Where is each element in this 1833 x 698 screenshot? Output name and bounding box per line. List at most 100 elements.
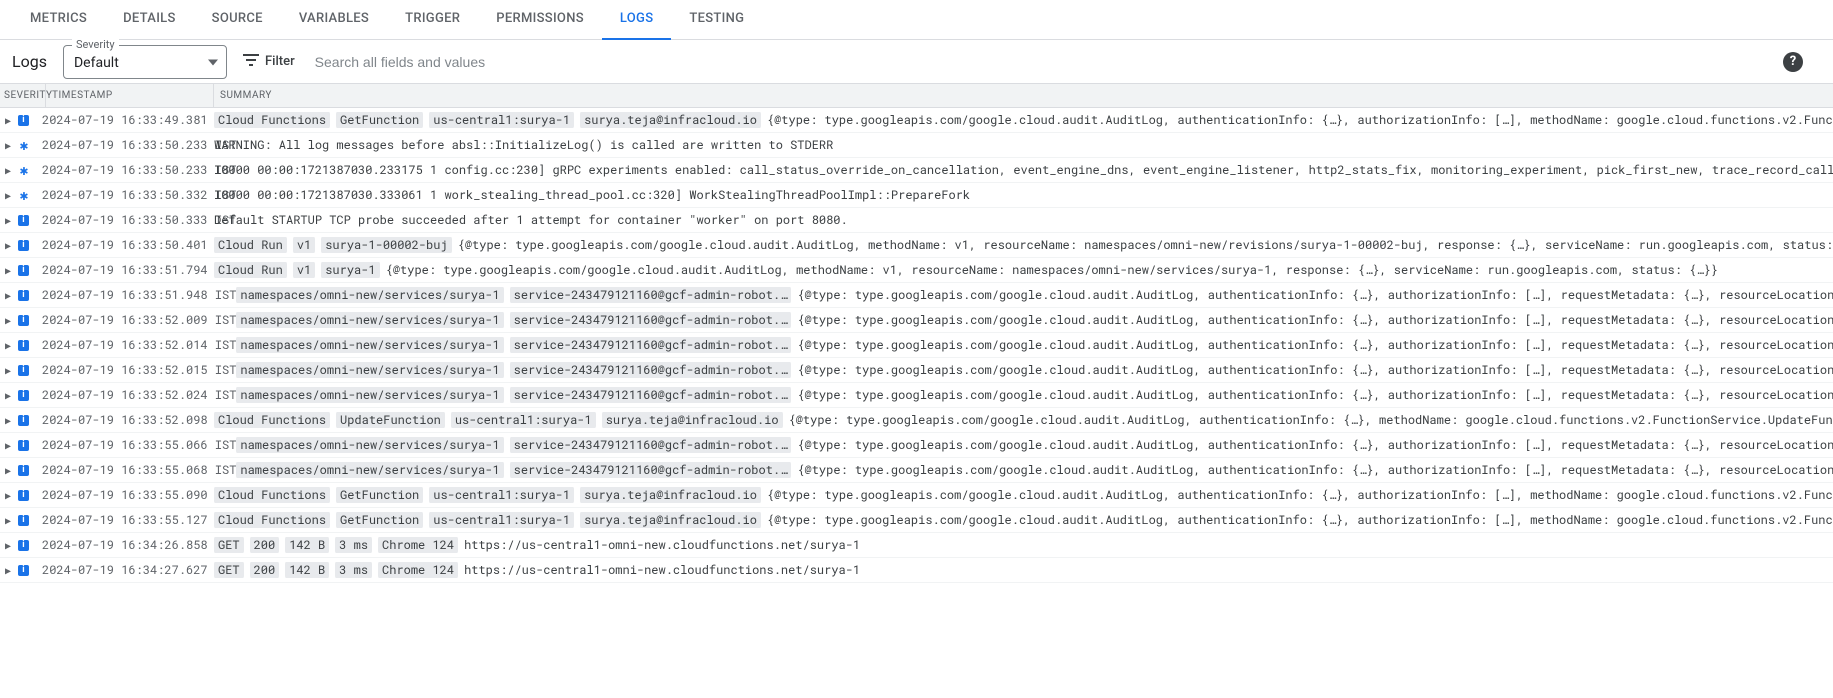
summary: Cloud FunctionsGetFunctionus-central1:su… (214, 512, 1833, 528)
expand-icon[interactable]: ▶ (0, 264, 16, 277)
summary-chip: service-243479121160@gcf-admin-robot.… (510, 362, 792, 378)
expand-icon[interactable]: ▶ (0, 214, 16, 227)
summary-chip: v1 (293, 262, 315, 278)
tab-details[interactable]: DETAILS (105, 0, 194, 40)
summary-text: {@type: type.googleapis.com/google.cloud… (767, 512, 1833, 528)
summary-chip: surya-1-00002-buj (321, 237, 451, 253)
tab-variables[interactable]: VARIABLES (281, 0, 387, 40)
summary-text: {@type: type.googleapis.com/google.cloud… (458, 237, 1833, 253)
severity-icon: i (16, 515, 42, 526)
log-header-row: SEVERITY TIMESTAMP SUMMARY (0, 84, 1833, 108)
summary-text: {@type: type.googleapis.com/google.cloud… (797, 337, 1833, 353)
timestamp: 2024-07-19 16:33:50.401 IST (42, 237, 214, 253)
expand-icon[interactable]: ▶ (0, 164, 16, 177)
search-input[interactable] (311, 50, 1773, 74)
summary-chip (214, 437, 228, 453)
summary: namespaces/omni-new/services/surya-1serv… (214, 337, 1833, 353)
summary: namespaces/omni-new/services/surya-1serv… (214, 362, 1833, 378)
timestamp: 2024-07-19 16:33:50.233 IST (42, 162, 214, 178)
timestamp: 2024-07-19 16:33:50.332 IST (42, 187, 214, 203)
log-row[interactable]: ▶i2024-07-19 16:33:52.098 ISTCloud Funct… (0, 408, 1833, 433)
expand-icon[interactable]: ▶ (0, 539, 16, 552)
summary: namespaces/omni-new/services/surya-1serv… (214, 312, 1833, 328)
summary-chip: namespaces/omni-new/services/surya-1 (236, 337, 503, 353)
log-body: ▶i2024-07-19 16:33:49.381 ISTCloud Funct… (0, 108, 1833, 583)
timestamp: 2024-07-19 16:33:50.233 IST (42, 137, 214, 153)
timestamp: 2024-07-19 16:33:51.794 IST (42, 262, 214, 278)
summary: GET200142 B3 msChrome 124https://us-cent… (214, 537, 1833, 553)
log-row[interactable]: ▶i2024-07-19 16:33:52.015 IST namespaces… (0, 358, 1833, 383)
summary-chip: us-central1:surya-1 (429, 512, 574, 528)
filter-button[interactable]: Filter (237, 50, 301, 74)
expand-icon[interactable]: ▶ (0, 114, 16, 127)
log-row[interactable]: ▶i2024-07-19 16:33:55.090 ISTCloud Funct… (0, 483, 1833, 508)
filter-label: Filter (265, 54, 295, 69)
summary-chip (214, 362, 228, 378)
severity-icon: i (16, 390, 42, 401)
timestamp: 2024-07-19 16:33:49.381 IST (42, 112, 214, 128)
severity-select[interactable]: Severity Default (63, 45, 227, 79)
summary-text: {@type: type.googleapis.com/google.cloud… (797, 312, 1833, 328)
expand-icon[interactable]: ▶ (0, 364, 16, 377)
summary-chip (214, 312, 228, 328)
tab-metrics[interactable]: METRICS (12, 0, 105, 40)
expand-icon[interactable]: ▶ (0, 514, 16, 527)
summary-chip: UpdateFunction (336, 412, 445, 428)
summary-chip: surya-1 (321, 262, 379, 278)
tab-source[interactable]: SOURCE (194, 0, 281, 40)
log-row[interactable]: ▶i2024-07-19 16:33:51.794 ISTCloud Runv1… (0, 258, 1833, 283)
summary-chip: us-central1:surya-1 (429, 112, 574, 128)
log-row[interactable]: ▶✱2024-07-19 16:33:50.233 ISTI0000 00:00… (0, 158, 1833, 183)
tab-trigger[interactable]: TRIGGER (387, 0, 478, 40)
expand-icon[interactable]: ▶ (0, 389, 16, 402)
summary-chip: namespaces/omni-new/services/surya-1 (236, 287, 503, 303)
log-row[interactable]: ▶✱2024-07-19 16:33:50.332 ISTI0000 00:00… (0, 183, 1833, 208)
timestamp: 2024-07-19 16:33:52.009 IST (42, 312, 214, 328)
log-row[interactable]: ▶i2024-07-19 16:34:27.627 ISTGET200142 B… (0, 558, 1833, 583)
summary: namespaces/omni-new/services/surya-1serv… (214, 287, 1833, 303)
expand-icon[interactable]: ▶ (0, 439, 16, 452)
log-row[interactable]: ▶i2024-07-19 16:33:55.066 IST namespaces… (0, 433, 1833, 458)
help-icon[interactable]: ? (1783, 52, 1803, 72)
log-row[interactable]: ▶i2024-07-19 16:33:55.068 IST namespaces… (0, 458, 1833, 483)
summary-text: {@type: type.googleapis.com/google.cloud… (767, 112, 1833, 128)
summary-chip: Cloud Functions (214, 512, 330, 528)
expand-icon[interactable]: ▶ (0, 489, 16, 502)
summary-chip: GetFunction (336, 112, 423, 128)
summary-text: {@type: type.googleapis.com/google.cloud… (386, 262, 1718, 278)
log-row[interactable]: ▶i2024-07-19 16:33:52.014 IST namespaces… (0, 333, 1833, 358)
log-row[interactable]: ▶i2024-07-19 16:33:49.381 ISTCloud Funct… (0, 108, 1833, 133)
tab-logs[interactable]: LOGS (602, 0, 672, 40)
summary-chip: service-243479121160@gcf-admin-robot.… (510, 462, 792, 478)
summary-text: Default STARTUP TCP probe succeeded afte… (214, 212, 848, 228)
tab-permissions[interactable]: PERMISSIONS (478, 0, 602, 40)
expand-icon[interactable]: ▶ (0, 464, 16, 477)
expand-icon[interactable]: ▶ (0, 564, 16, 577)
log-row[interactable]: ▶i2024-07-19 16:33:50.401 ISTCloud Runv1… (0, 233, 1833, 258)
summary-text: {@type: type.googleapis.com/google.cloud… (767, 487, 1833, 503)
tab-testing[interactable]: TESTING (671, 0, 762, 40)
log-row[interactable]: ▶i2024-07-19 16:33:55.127 ISTCloud Funct… (0, 508, 1833, 533)
summary-chip: Chrome 124 (378, 537, 458, 553)
log-row[interactable]: ▶i2024-07-19 16:33:50.333 ISTDefault STA… (0, 208, 1833, 233)
expand-icon[interactable]: ▶ (0, 339, 16, 352)
expand-icon[interactable]: ▶ (0, 414, 16, 427)
log-row[interactable]: ▶i2024-07-19 16:33:52.009 IST namespaces… (0, 308, 1833, 333)
expand-icon[interactable]: ▶ (0, 189, 16, 202)
summary-text: {@type: type.googleapis.com/google.cloud… (797, 462, 1833, 478)
expand-icon[interactable]: ▶ (0, 314, 16, 327)
summary-chip: Cloud Functions (214, 112, 330, 128)
summary-chip: Cloud Run (214, 262, 287, 278)
timestamp: 2024-07-19 16:33:51.948 IST (42, 287, 214, 303)
expand-icon[interactable]: ▶ (0, 289, 16, 302)
expand-icon[interactable]: ▶ (0, 139, 16, 152)
log-row[interactable]: ▶i2024-07-19 16:33:51.948 IST namespaces… (0, 283, 1833, 308)
timestamp: 2024-07-19 16:33:52.024 IST (42, 387, 214, 403)
log-row[interactable]: ▶✱2024-07-19 16:33:50.233 ISTWARNING: Al… (0, 133, 1833, 158)
log-row[interactable]: ▶i2024-07-19 16:33:52.024 IST namespaces… (0, 383, 1833, 408)
summary-chip: surya.teja@infracloud.io (580, 487, 761, 503)
severity-icon: i (16, 365, 42, 376)
log-row[interactable]: ▶i2024-07-19 16:34:26.858 ISTGET200142 B… (0, 533, 1833, 558)
expand-icon[interactable]: ▶ (0, 239, 16, 252)
summary-chip: service-243479121160@gcf-admin-robot.… (510, 387, 792, 403)
